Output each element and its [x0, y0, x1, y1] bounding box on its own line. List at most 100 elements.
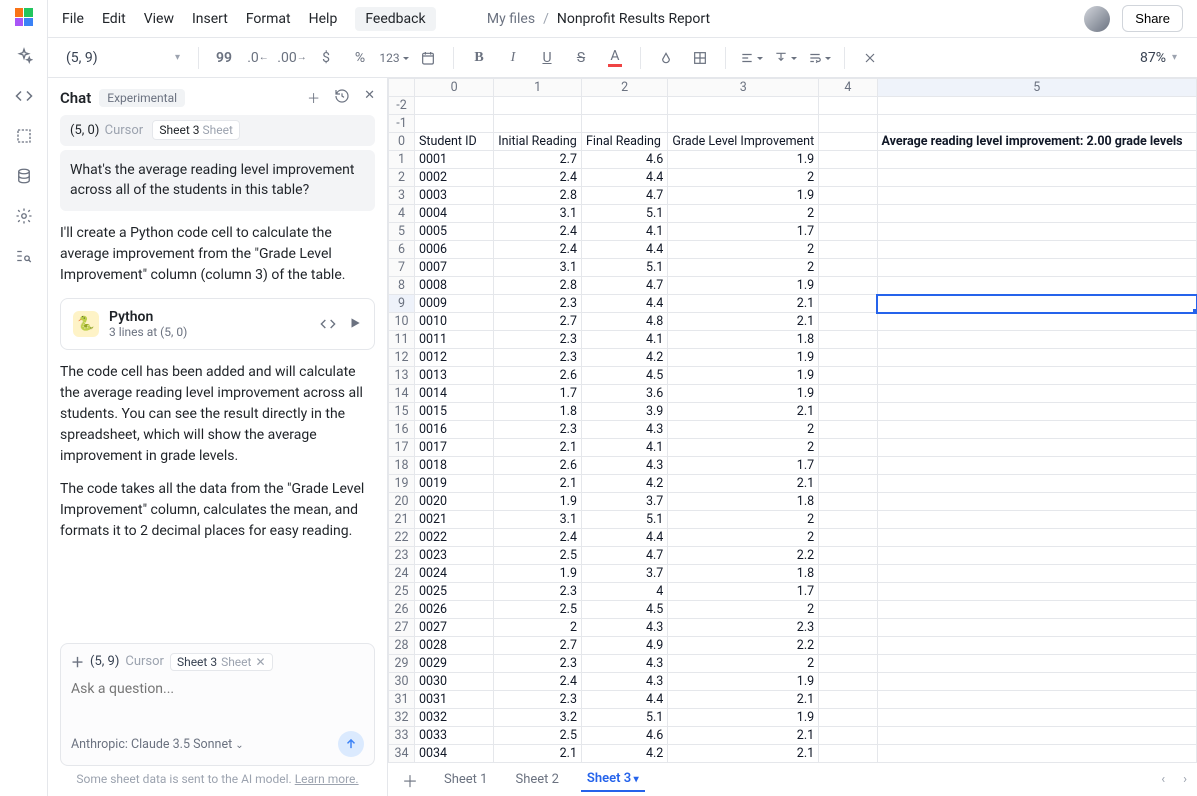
- menu-view[interactable]: View: [144, 11, 174, 27]
- row-header[interactable]: 32: [389, 709, 415, 727]
- cell[interactable]: 3.6: [582, 385, 668, 403]
- cell[interactable]: [877, 709, 1197, 727]
- cell[interactable]: [877, 241, 1197, 259]
- cell[interactable]: 2.3: [494, 421, 582, 439]
- cell[interactable]: 0013: [414, 367, 493, 385]
- wrap-icon[interactable]: [804, 43, 834, 73]
- cell[interactable]: 2.1: [494, 475, 582, 493]
- cell[interactable]: 2.1: [668, 745, 819, 763]
- cell[interactable]: [877, 187, 1197, 205]
- cell[interactable]: 4.3: [582, 655, 668, 673]
- cell[interactable]: [877, 331, 1197, 349]
- col-header-1[interactable]: 1: [494, 79, 582, 97]
- cell[interactable]: 2.2: [668, 637, 819, 655]
- row-header[interactable]: 16: [389, 421, 415, 439]
- cell[interactable]: [877, 691, 1197, 709]
- cell[interactable]: [819, 313, 877, 331]
- col-header-2[interactable]: 2: [582, 79, 668, 97]
- cell[interactable]: 0011: [414, 331, 493, 349]
- row-header[interactable]: 0: [389, 133, 415, 151]
- cell[interactable]: 4.1: [582, 331, 668, 349]
- cell[interactable]: 4.3: [582, 673, 668, 691]
- cell[interactable]: [877, 565, 1197, 583]
- row-header[interactable]: 20: [389, 493, 415, 511]
- row-header[interactable]: 13: [389, 367, 415, 385]
- date-icon[interactable]: [413, 43, 443, 73]
- cell[interactable]: 2.1: [668, 727, 819, 745]
- share-button[interactable]: Share: [1122, 5, 1183, 32]
- cell[interactable]: 1.9: [668, 349, 819, 367]
- row-header[interactable]: 3: [389, 187, 415, 205]
- row-header[interactable]: -1: [389, 115, 415, 133]
- cell[interactable]: 4.5: [582, 601, 668, 619]
- cell[interactable]: 2.2: [668, 547, 819, 565]
- cell[interactable]: [877, 295, 1197, 313]
- row-header[interactable]: 19: [389, 475, 415, 493]
- cell[interactable]: 2.3: [494, 655, 582, 673]
- run-code-icon[interactable]: [348, 316, 362, 332]
- cell[interactable]: [877, 259, 1197, 277]
- cell[interactable]: [819, 475, 877, 493]
- cell[interactable]: 2: [494, 619, 582, 637]
- cell[interactable]: [877, 169, 1197, 187]
- cell[interactable]: 0010: [414, 313, 493, 331]
- cell[interactable]: [877, 619, 1197, 637]
- cell[interactable]: 0019: [414, 475, 493, 493]
- cell[interactable]: 4.7: [582, 547, 668, 565]
- col-header-4[interactable]: 4: [819, 79, 877, 97]
- cell[interactable]: 2.3: [668, 619, 819, 637]
- cell[interactable]: 2: [668, 241, 819, 259]
- selection-icon[interactable]: [14, 126, 34, 146]
- row-header[interactable]: 8: [389, 277, 415, 295]
- database-icon[interactable]: [14, 166, 34, 186]
- cell[interactable]: 4.4: [582, 529, 668, 547]
- cell[interactable]: 4.2: [582, 475, 668, 493]
- cell[interactable]: 4.4: [582, 241, 668, 259]
- cell[interactable]: Grade Level Improvement: [668, 133, 819, 151]
- decrease-decimal-icon[interactable]: .0←: [243, 43, 273, 73]
- cell[interactable]: 3.1: [494, 511, 582, 529]
- row-header[interactable]: 26: [389, 601, 415, 619]
- close-icon[interactable]: ✕: [364, 88, 375, 107]
- cell[interactable]: [877, 475, 1197, 493]
- cell[interactable]: [582, 115, 668, 133]
- percent-icon[interactable]: %: [345, 43, 375, 73]
- menu-feedback[interactable]: Feedback: [355, 7, 435, 31]
- cell[interactable]: 3.7: [582, 565, 668, 583]
- cell[interactable]: 2.5: [494, 547, 582, 565]
- cell[interactable]: 0029: [414, 655, 493, 673]
- cell[interactable]: 1.8: [668, 565, 819, 583]
- row-header[interactable]: -2: [389, 97, 415, 115]
- cell[interactable]: 1.9: [668, 709, 819, 727]
- cell[interactable]: 4.3: [582, 619, 668, 637]
- cell[interactable]: [877, 601, 1197, 619]
- cell[interactable]: [819, 709, 877, 727]
- model-selector[interactable]: Anthropic: Claude 3.5 Sonnet ⌄: [71, 737, 244, 752]
- cell[interactable]: 0022: [414, 529, 493, 547]
- grid-scroll[interactable]: 012345-2-10Student IDInitial ReadingFina…: [388, 78, 1197, 762]
- cell[interactable]: 0025: [414, 583, 493, 601]
- cell[interactable]: 2.4: [494, 223, 582, 241]
- cell[interactable]: [819, 565, 877, 583]
- cell[interactable]: 2: [668, 655, 819, 673]
- breadcrumb-title[interactable]: Nonprofit Results Report: [557, 11, 710, 27]
- row-header[interactable]: 2: [389, 169, 415, 187]
- cell[interactable]: 1.7: [668, 457, 819, 475]
- bold-icon[interactable]: B: [464, 43, 494, 73]
- cell[interactable]: 0012: [414, 349, 493, 367]
- cell[interactable]: 2.7: [494, 313, 582, 331]
- menu-edit[interactable]: Edit: [102, 11, 126, 27]
- cell[interactable]: 2: [668, 169, 819, 187]
- cell[interactable]: 1.8: [494, 403, 582, 421]
- cell[interactable]: [877, 727, 1197, 745]
- cell[interactable]: [877, 637, 1197, 655]
- cell[interactable]: 2.3: [494, 583, 582, 601]
- cell[interactable]: 0016: [414, 421, 493, 439]
- cell[interactable]: [877, 655, 1197, 673]
- row-header[interactable]: 21: [389, 511, 415, 529]
- chat-input[interactable]: [61, 671, 374, 721]
- cell[interactable]: 2.4: [494, 241, 582, 259]
- cell[interactable]: [819, 277, 877, 295]
- cell[interactable]: 5.1: [582, 511, 668, 529]
- cell[interactable]: [819, 691, 877, 709]
